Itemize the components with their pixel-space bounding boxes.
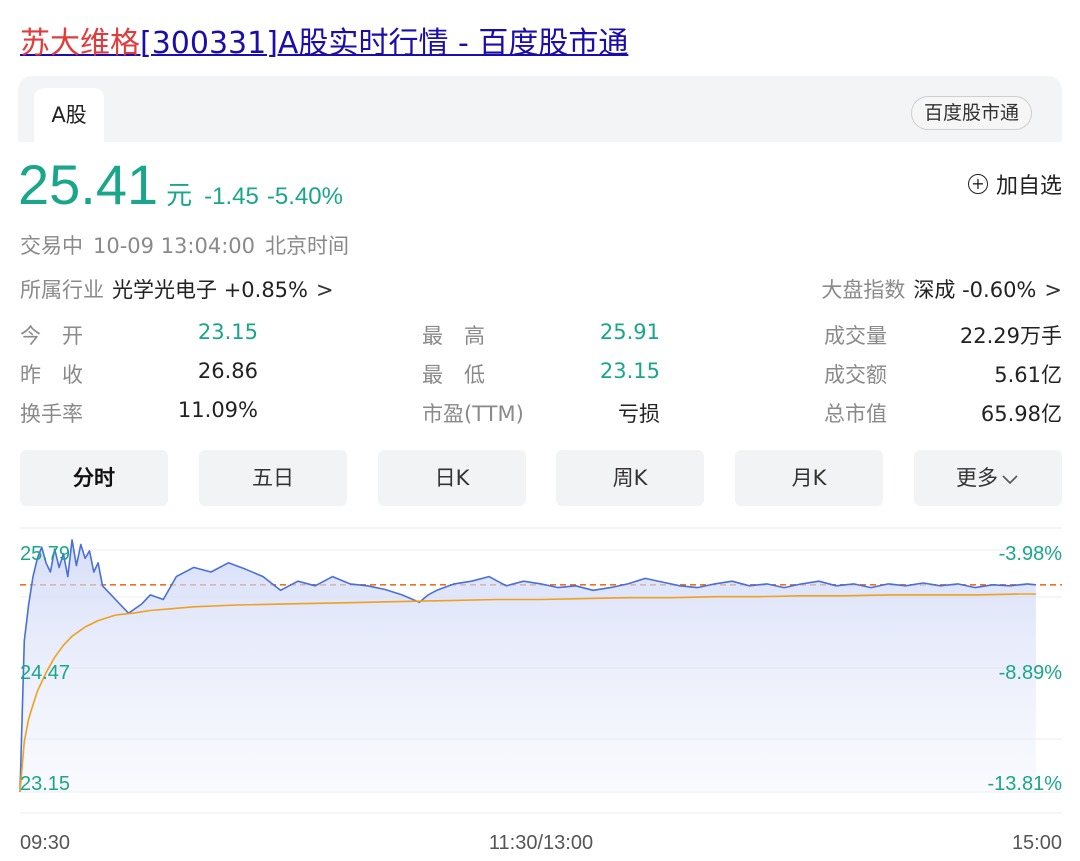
chevron-right-icon: > [1044,278,1062,302]
result-title-link[interactable]: 苏大维格[300331]A股实时行情 - 百度股市通 [20,24,628,64]
industry-label: 所属行业 [20,278,104,302]
industry-name: 光学光电子 [112,278,217,302]
title-rest: [300331]A股实时行情 - 百度股市通 [140,26,629,61]
chevron-right-icon: > [316,278,334,302]
quote-datetime: 10-09 13:04:00 [93,234,256,258]
price-unit: 元 [166,181,193,211]
stat-value-volume: 22.29万手 [959,324,1062,348]
stat-value-pe: 亏损 [618,402,660,426]
stat-value-prev-close: 26.86 [197,359,258,383]
stat-label-turnover: 换手率 [20,402,83,426]
stat-value-market-cap: 65.98亿 [980,402,1062,426]
quote-card-header: A股 百度股市通 [18,76,1062,142]
y-tick-label-left: 23.15 [20,773,70,795]
stat-label-amount: 成交额 [824,363,887,387]
market-index-link[interactable]: 大盘指数 深成 -0.60% > [821,274,1062,304]
y-tick-label-right: -3.98% [999,543,1063,565]
tab-daily-k[interactable]: 日K [378,450,526,506]
trading-status: 交易中 10-09 13:04:00 北京时间 [20,230,359,260]
stat-label-open: 今 开 [20,324,83,348]
price-area [20,539,1036,792]
stat-value-turnover: 11.09% [177,398,258,422]
price-change-pct: -5.40% [266,183,343,210]
stat-label-high: 最 高 [422,324,485,348]
stat-value-high: 25.91 [599,320,660,344]
x-tick-label: 11:30/13:00 [489,832,593,854]
current-price: 25.41 [18,153,159,216]
market-index-label: 大盘指数 [821,278,906,302]
market-index-change: -0.60% [962,278,1037,302]
stat-label-volume: 成交量 [824,324,887,348]
source-badge[interactable]: 百度股市通 [910,96,1032,130]
tab-weekly-k[interactable]: 周K [556,450,704,506]
x-tick-label: 09:30 [20,832,70,854]
tab-five-day[interactable]: 五日 [199,450,347,506]
y-tick-label-left: 25.79 [20,543,70,565]
chart-period-tabs: 分时 五日 日K 周K 月K 更多 [20,450,1062,506]
market-index-name: 深成 [913,278,956,302]
industry-link[interactable]: 所属行业 光学光电子 +0.85% > [20,274,334,304]
price-change: -1.45 [204,183,259,210]
add-watchlist-button[interactable]: + 加自选 [967,168,1062,200]
tab-intraday[interactable]: 分时 [20,450,168,506]
stat-label-market-cap: 总市值 [824,402,887,426]
x-tick-label: 15:00 [1012,832,1062,854]
stat-label-prev-close: 昨 收 [20,363,83,387]
tab-monthly-k[interactable]: 月K [735,450,883,506]
trading-state: 交易中 [20,234,83,258]
add-watchlist-label: 加自选 [995,174,1062,199]
stat-value-amount: 5.61亿 [994,363,1062,387]
quote-timezone: 北京时间 [265,234,350,258]
plus-circle-icon: + [967,174,988,194]
y-tick-label-right: -13.81% [988,773,1063,795]
tab-a-shares[interactable]: A股 [34,88,104,142]
title-highlight: 苏大维格 [20,26,140,61]
y-tick-label-right: -8.89% [999,662,1063,684]
tab-more[interactable]: 更多 [914,450,1062,506]
industry-change: +0.85% [223,278,308,302]
stat-label-low: 最 低 [422,363,485,387]
chevron-down-icon [1002,475,1018,485]
intraday-chart: 25.79 24.47 23.15 -3.98% -8.89% -13.81% 09:30 1… [19,527,1063,854]
stat-value-low: 23.15 [599,359,660,383]
stat-value-open: 23.15 [197,320,258,344]
stat-label-pe: 市盈(TTM) [422,402,524,426]
y-tick-label-left: 24.47 [20,662,70,684]
tab-more-label: 更多 [956,466,998,490]
price-row: 25.41 元 -1.45 -5.40% [18,152,343,218]
